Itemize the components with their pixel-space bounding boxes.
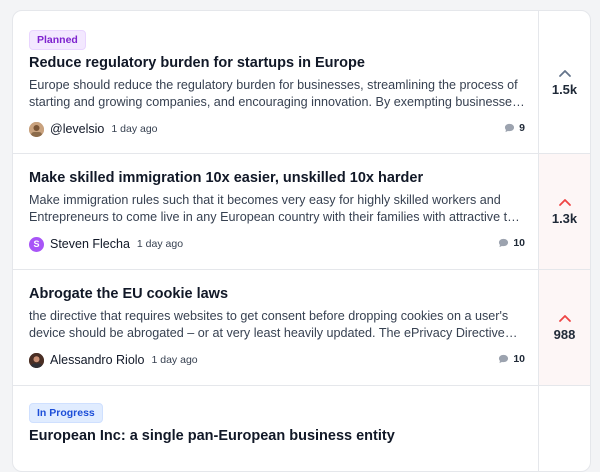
vote-count: 1.5k [551,81,578,97]
comments-count[interactable]: 10 [498,353,525,365]
chevron-up-icon [558,315,571,322]
author-name[interactable]: Steven Flecha [50,237,130,251]
post-meta: @levelsio 1 day ago 9 [29,120,525,138]
post-title[interactable]: Make skilled immigration 10x easier, uns… [29,170,423,186]
post-description: Europe should reduce the regulatory burd… [29,78,519,109]
post-title[interactable]: European Inc: a single pan-European busi… [29,428,395,444]
post-description: the directive that requires websites to … [29,309,509,340]
feedback-list: Planned Reduce regulatory burden for sta… [12,10,591,472]
post-card[interactable]: In Progress European Inc: a single pan-E… [13,386,590,471]
comments-count[interactable]: 10 [498,237,525,249]
status-badge: Planned [29,30,86,50]
avatar[interactable] [29,121,44,137]
vote-count: 988 [553,327,576,342]
author-name[interactable]: @levelsio [50,122,104,136]
post-title[interactable]: Reduce regulatory burden for startups in… [29,55,365,71]
comments-number: 10 [513,353,525,365]
avatar[interactable] [29,352,44,368]
comments-count[interactable]: 9 [504,122,525,134]
chat-bubble-icon [499,354,509,364]
timestamp: 1 day ago [111,123,158,135]
chat-bubble-icon [505,123,515,133]
upvote-button[interactable] [538,386,590,471]
post-title[interactable]: Abrogate the EU cookie laws [29,286,228,302]
chevron-up-icon [558,69,571,77]
avatar[interactable]: S [29,236,44,252]
post-card[interactable]: Make skilled immigration 10x easier, uns… [13,154,590,270]
timestamp: 1 day ago [151,354,198,366]
chevron-up-icon [558,199,571,206]
author-name[interactable]: Alessandro Riolo [50,353,145,367]
post-card[interactable]: Planned Reduce regulatory burden for sta… [13,11,590,154]
comments-number: 9 [519,122,525,134]
vote-count: 1.3k [551,211,578,226]
chat-bubble-icon [499,238,509,248]
post-description: Make immigration rules such that it beco… [29,193,521,224]
upvote-button[interactable]: 1.3k [538,154,590,269]
comments-number: 10 [513,237,525,249]
timestamp: 1 day ago [136,238,184,250]
post-card[interactable]: Abrogate the EU cookie laws the directiv… [13,270,590,386]
post-meta: Alessandro Riolo 1 day ago 10 [29,351,525,369]
post-meta: S Steven Flecha 1 day ago 10 [29,235,525,253]
upvote-button[interactable]: 988 [538,270,590,385]
status-badge: In Progress [29,403,103,423]
upvote-button[interactable]: 1.5k [538,11,590,153]
